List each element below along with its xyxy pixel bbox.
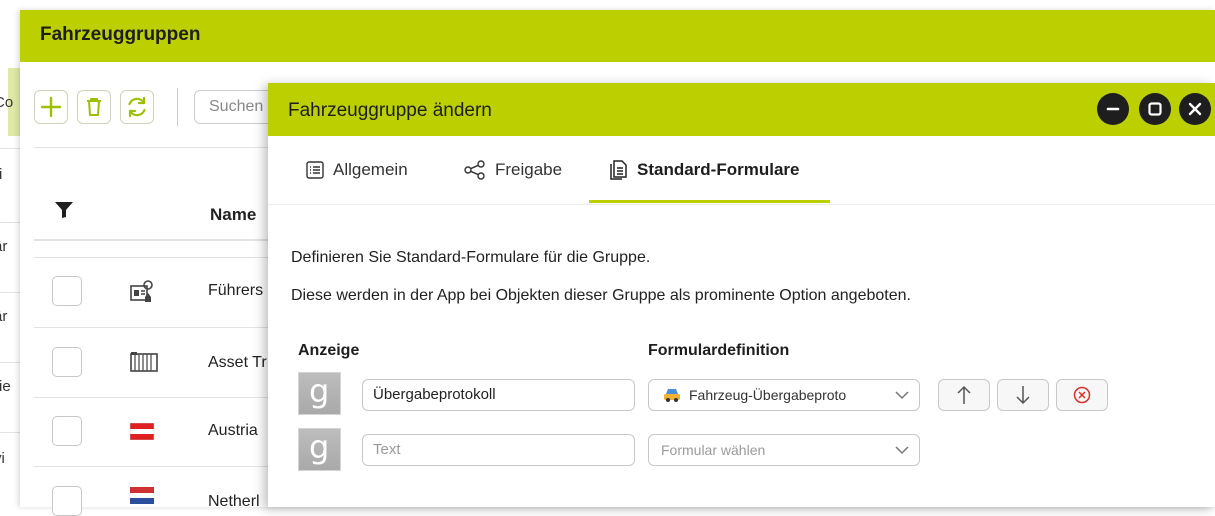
maximize-button[interactable] <box>1139 93 1171 125</box>
close-icon <box>1188 102 1202 116</box>
panel-title: Fahrzeuggruppen <box>40 24 201 45</box>
row-checkbox[interactable] <box>52 486 82 516</box>
row-name[interactable]: Asset Tr <box>208 354 267 372</box>
share-icon <box>464 160 486 180</box>
dialog-tabs: Allgemein Freigabe Standard-Formulare <box>268 136 1215 205</box>
car-icon <box>664 389 680 402</box>
delete-button[interactable] <box>77 90 111 124</box>
dialog-title: Fahrzeuggruppe ändern <box>288 100 492 121</box>
selected-form: Fahrzeug-Übergabeproto <box>689 387 847 403</box>
tab-label: Freigabe <box>495 160 563 179</box>
row-checkbox[interactable] <box>52 347 82 377</box>
close-button[interactable] <box>1179 93 1211 125</box>
form-definition-select[interactable]: Fahrzeug-Übergabeproto <box>648 379 920 411</box>
background-left-column: Co ri är är rie vi <box>0 0 20 507</box>
add-button[interactable] <box>34 90 68 124</box>
row-name[interactable]: Austria <box>208 422 258 440</box>
refresh-icon <box>128 96 146 118</box>
move-up-button[interactable] <box>938 379 990 411</box>
row-checkbox[interactable] <box>52 276 82 306</box>
truncated-text: vi <box>0 450 5 467</box>
trash-icon <box>87 98 101 116</box>
entry-icon-thumbnail[interactable]: g <box>298 372 341 415</box>
display-name-input[interactable]: Text <box>362 434 635 466</box>
tab-label: Allgemein <box>333 160 408 179</box>
tab-standard-formulare[interactable]: Standard-Formulare <box>610 160 799 180</box>
arrow-up-icon <box>957 385 971 404</box>
flag-netherlands-icon <box>130 487 154 504</box>
maximize-icon <box>1148 102 1162 116</box>
truncated-text: rie <box>0 378 11 395</box>
tab-allgemein[interactable]: Allgemein <box>306 160 408 180</box>
truncated-text: ri <box>0 166 3 183</box>
truncated-text: är <box>0 308 8 325</box>
select-placeholder: Formular wählen <box>661 442 766 458</box>
dialog-header: Fahrzeuggruppe ändern <box>268 83 1215 136</box>
edit-vehicle-group-dialog: Fahrzeuggruppe ändern Allgemein Freigabe… <box>268 83 1215 507</box>
filter-icon[interactable] <box>54 201 74 219</box>
document-icon <box>610 160 628 180</box>
display-name-input[interactable]: Übergabeprotokoll <box>362 379 635 411</box>
placeholder-g-icon: g <box>309 372 330 410</box>
row-name[interactable]: Netherl <box>208 493 260 511</box>
remove-entry-button[interactable] <box>1056 379 1108 411</box>
container-icon <box>130 352 158 372</box>
placeholder-g-icon: g <box>309 428 330 466</box>
entry-icon-thumbnail[interactable]: g <box>298 428 341 471</box>
tab-freigabe[interactable]: Freigabe <box>464 160 562 180</box>
toolbar-divider <box>177 88 178 126</box>
column-header-display: Anzeige <box>298 342 360 359</box>
plus-icon <box>40 96 62 118</box>
row-checkbox[interactable] <box>52 416 82 446</box>
remove-icon <box>1073 386 1091 404</box>
flag-austria-icon <box>130 423 154 440</box>
chevron-down-icon <box>895 446 909 455</box>
refresh-button[interactable] <box>120 90 154 124</box>
active-tab-indicator <box>589 200 830 203</box>
list-icon <box>306 161 324 179</box>
minimize-button[interactable] <box>1097 93 1129 125</box>
truncated-text: är <box>0 238 8 255</box>
description-line: Definieren Sie Standard-Formulare für di… <box>291 249 651 266</box>
description-line: Diese werden in der App bei Objekten die… <box>291 287 911 304</box>
move-down-button[interactable] <box>997 379 1049 411</box>
chevron-down-icon <box>895 391 909 400</box>
row-name[interactable]: Führers <box>208 282 263 300</box>
column-header-name[interactable]: Name <box>210 205 256 225</box>
panel-header: Fahrzeuggruppen <box>20 10 1215 62</box>
minimize-icon <box>1106 107 1120 111</box>
arrow-down-icon <box>1016 386 1030 405</box>
truncated-text: Co <box>0 94 14 111</box>
tab-label: Standard-Formulare <box>637 160 800 179</box>
license-card-icon <box>130 280 153 302</box>
column-header-form: Formulardefinition <box>648 342 790 359</box>
form-definition-select[interactable]: Formular wählen <box>648 434 920 466</box>
